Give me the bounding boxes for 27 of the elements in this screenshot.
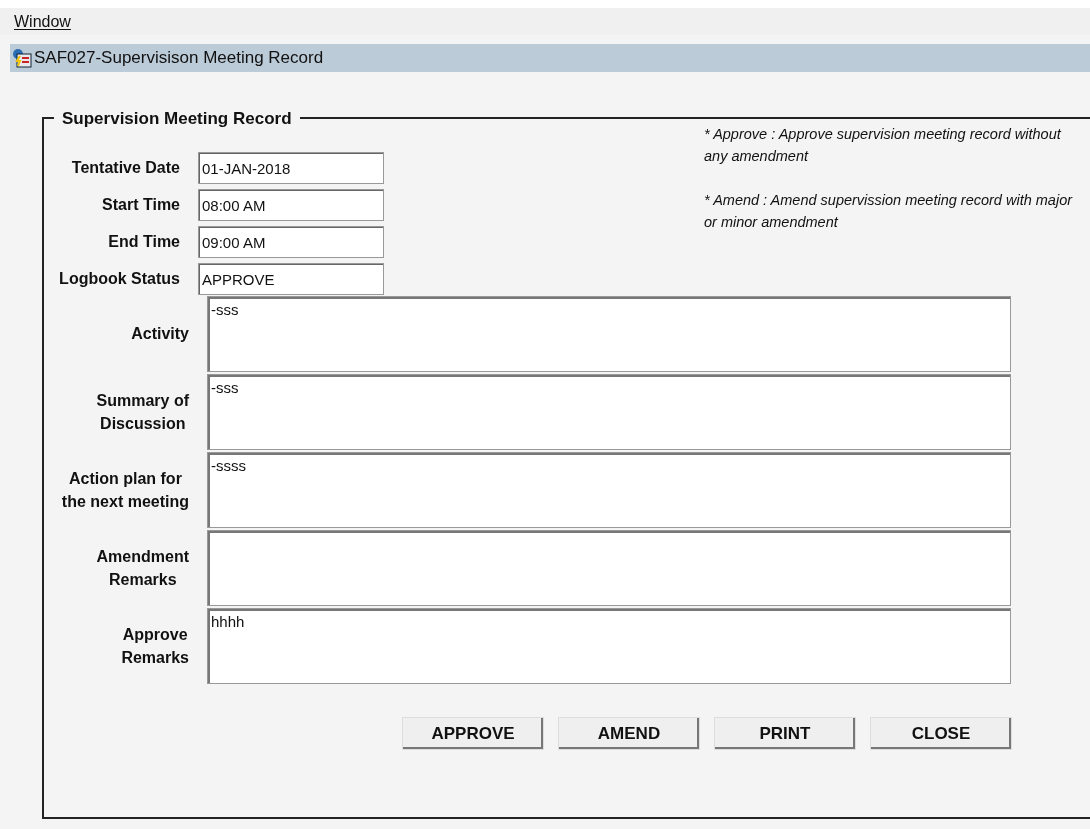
field-label: Amendment Remarks [96, 546, 189, 590]
text-field[interactable]: 09:00 AM [198, 226, 384, 258]
field-label: Action plan for the next meeting [61, 468, 189, 512]
text-area[interactable]: hhhh [207, 608, 1011, 684]
text-field[interactable]: 08:00 AM [198, 189, 384, 221]
action-button[interactable]: CLOSE [870, 717, 1012, 750]
text-area[interactable]: -sss [207, 296, 1011, 372]
field-label: Activity [131, 324, 189, 344]
field-label: Summary of Discussion [96, 390, 189, 434]
action-button[interactable]: PRINT [714, 717, 856, 750]
menu-item[interactable]: Window [14, 9, 71, 34]
text-area[interactable]: -ssss [207, 452, 1011, 528]
window-title: SAF027-Supervisison Meeting Record [34, 47, 324, 70]
action-button[interactable]: AMEND [558, 717, 700, 750]
field-label: Start Time [102, 196, 180, 213]
field-label: Approve Remarks [121, 624, 189, 668]
app-icon [12, 48, 32, 68]
help-note: * Amend : Amend supervission meeting record with major or minor amendment [704, 191, 1074, 232]
text-area[interactable]: -sss [207, 374, 1011, 450]
text-field[interactable]: 01-JAN-2018 [198, 152, 384, 184]
text-field[interactable]: APPROVE [198, 263, 384, 295]
action-button[interactable]: APPROVE [402, 717, 544, 750]
text-area[interactable] [207, 530, 1011, 606]
field-label: Tentative Date [71, 159, 180, 176]
field-label: Logbook Status [59, 270, 180, 287]
help-note: * Approve : Approve supervision meeting record without any amendment [704, 125, 1063, 166]
field-label: End Time [108, 233, 180, 250]
